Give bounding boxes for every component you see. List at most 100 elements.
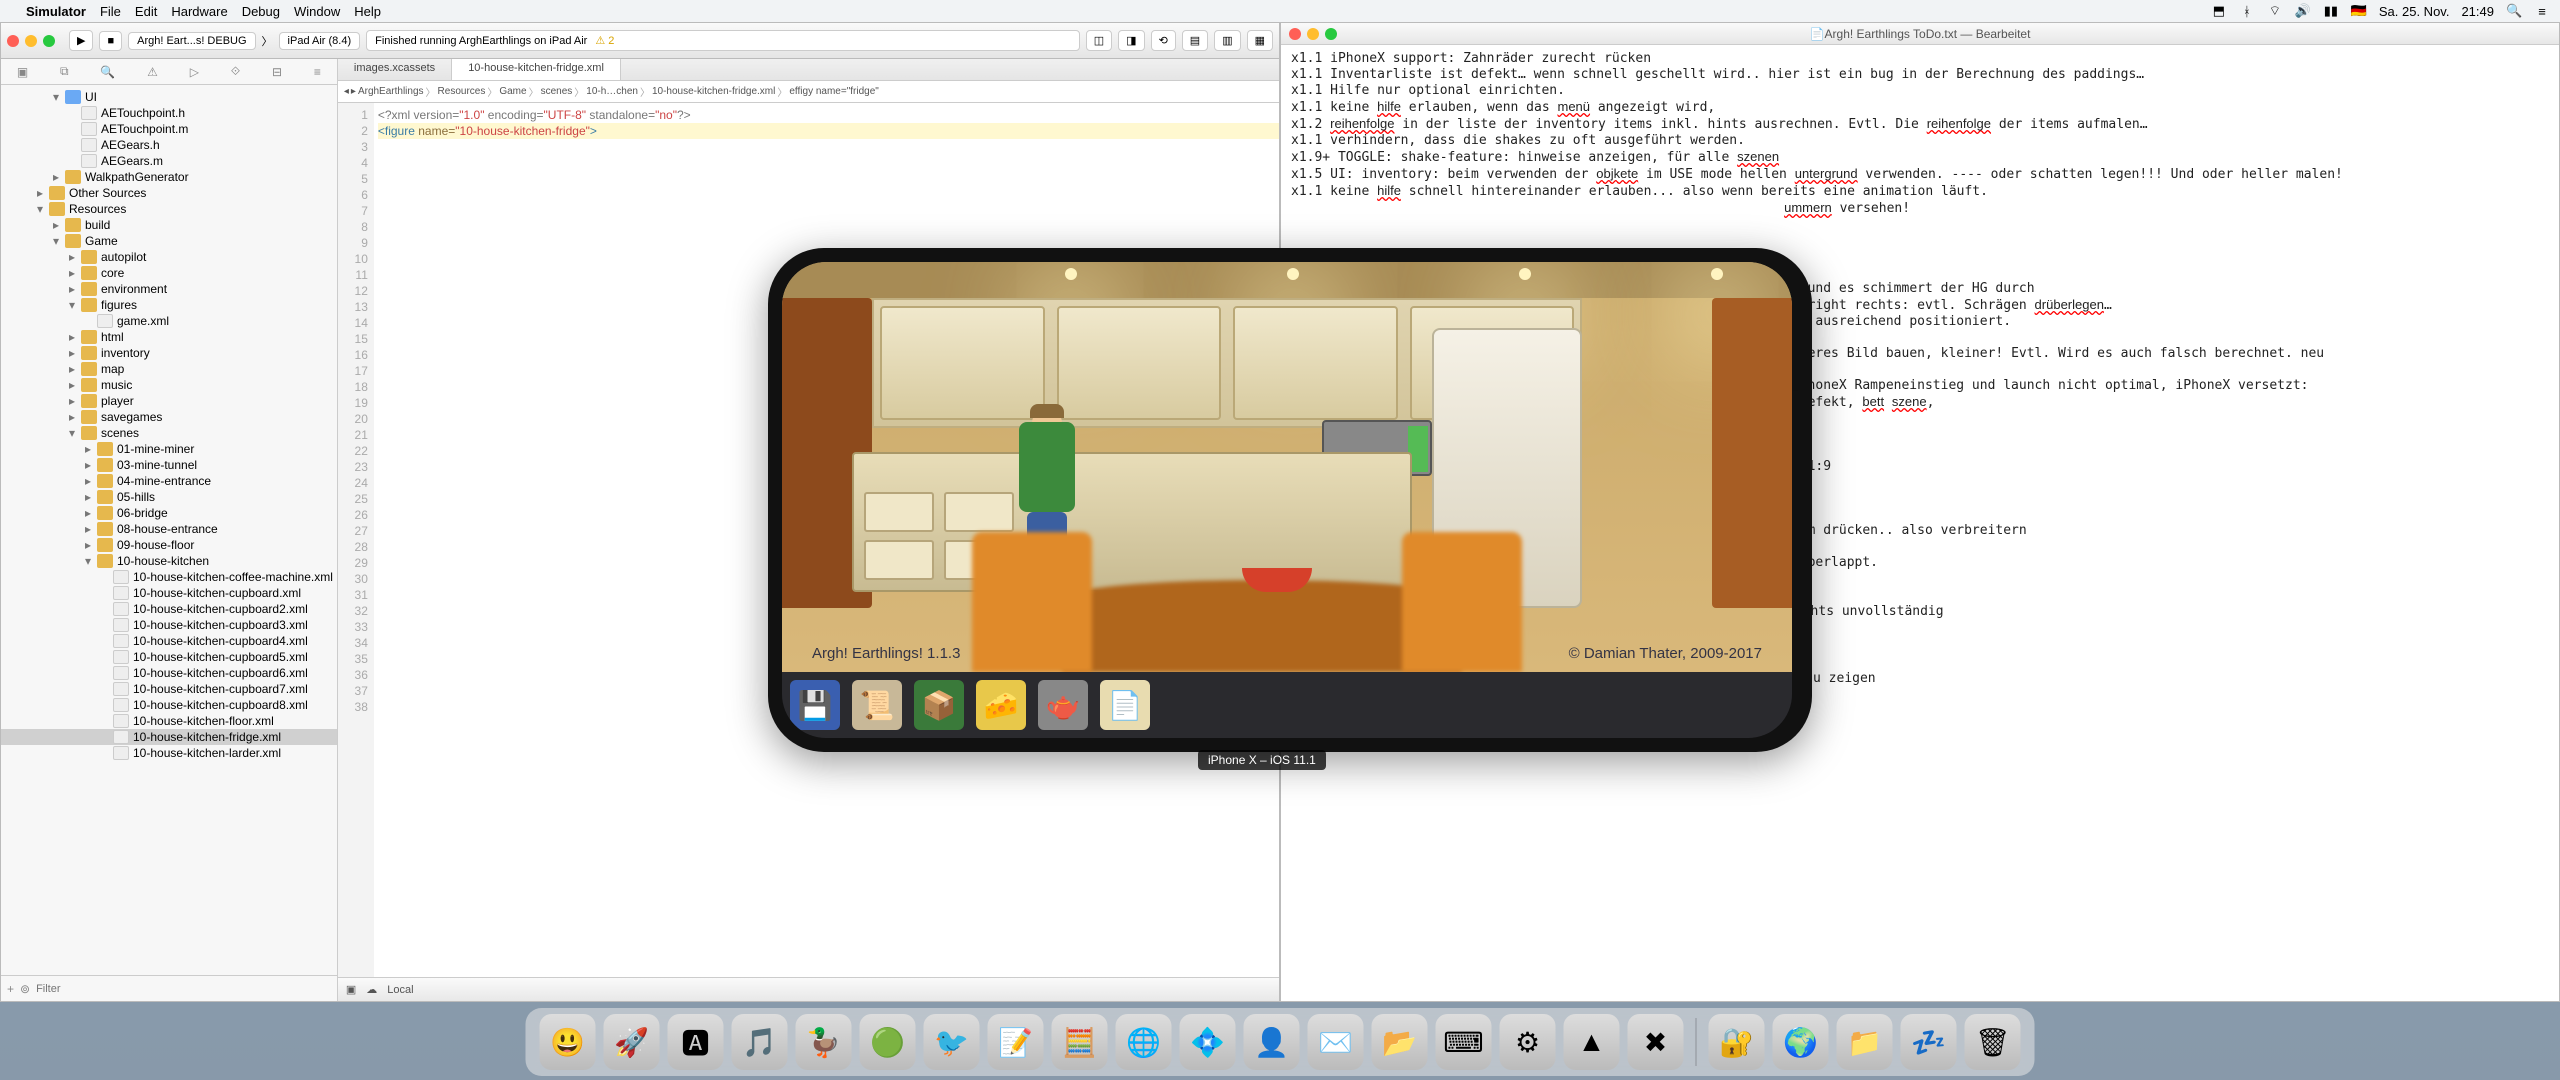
file-tree-item[interactable]: ▸map bbox=[1, 361, 337, 377]
dock-item-sleep[interactable]: 💤 bbox=[1901, 1014, 1957, 1070]
file-tree-item[interactable]: ▾Game bbox=[1, 233, 337, 249]
inventory-map[interactable]: 📜 bbox=[852, 680, 902, 730]
dock-item-terminal[interactable]: ⌨ bbox=[1436, 1014, 1492, 1070]
notification-center-icon[interactable]: ≡ bbox=[2534, 4, 2550, 19]
file-tree-item[interactable]: AEGears.m bbox=[1, 153, 337, 169]
inventory-paper[interactable]: 📄 bbox=[1100, 680, 1150, 730]
iphone-simulator[interactable]: Argh! Earthlings! 1.1.3 © Damian Thater,… bbox=[768, 248, 1812, 752]
menu-window[interactable]: Window bbox=[294, 4, 340, 19]
file-tree-item[interactable]: ▸03-mine-tunnel bbox=[1, 457, 337, 473]
bluetooth-icon[interactable]: ᚼ bbox=[2239, 4, 2255, 19]
file-tree-item[interactable]: 10-house-kitchen-cupboard8.xml bbox=[1, 697, 337, 713]
breadcrumb-segment[interactable]: Resources bbox=[438, 86, 486, 97]
file-tree-item[interactable]: AETouchpoint.h bbox=[1, 105, 337, 121]
breadcrumb-segment[interactable]: ArghEarthlings bbox=[358, 86, 424, 97]
tab-images[interactable]: images.xcassets bbox=[338, 59, 452, 80]
file-tree-item[interactable]: ▸player bbox=[1, 393, 337, 409]
dock-item-webloc[interactable]: 🌍 bbox=[1773, 1014, 1829, 1070]
toggle-utilities[interactable]: ▦ bbox=[1247, 30, 1273, 51]
inventory-box[interactable]: 📦 bbox=[914, 680, 964, 730]
file-tree-item[interactable]: ▸inventory bbox=[1, 345, 337, 361]
dock-item-launchpad[interactable]: 🚀 bbox=[604, 1014, 660, 1070]
dock-item-finder2[interactable]: 📂 bbox=[1372, 1014, 1428, 1070]
inventory-cheese[interactable]: 🧀 bbox=[976, 680, 1026, 730]
file-tree-item[interactable]: 10-house-kitchen-cupboard7.xml bbox=[1, 681, 337, 697]
navigator-selector[interactable]: ▣⧉🔍⚠▷⟐⊟≡ bbox=[1, 59, 337, 85]
file-tree-item[interactable]: game.xml bbox=[1, 313, 337, 329]
dock-item-trash[interactable]: 🗑 bbox=[1965, 1014, 2021, 1070]
game-scene[interactable]: Argh! Earthlings! 1.1.3 © Damian Thater,… bbox=[782, 262, 1792, 672]
file-tree-item[interactable]: 10-house-kitchen-larder.xml bbox=[1, 745, 337, 761]
menu-edit[interactable]: Edit bbox=[135, 4, 157, 19]
menu-file[interactable]: File bbox=[100, 4, 121, 19]
dock-item-vlc[interactable]: ▲ bbox=[1564, 1014, 1620, 1070]
file-tree-item[interactable]: 10-house-kitchen-cupboard2.xml bbox=[1, 601, 337, 617]
toggle-debug[interactable]: ▥ bbox=[1214, 30, 1240, 51]
file-tree-item[interactable]: AEGears.h bbox=[1, 137, 337, 153]
wifi-icon[interactable]: ⌔ bbox=[2267, 3, 2283, 19]
breadcrumb-segment[interactable]: scenes bbox=[541, 86, 573, 97]
add-icon[interactable]: + bbox=[7, 982, 14, 996]
file-tree-item[interactable]: ▸08-house-entrance bbox=[1, 521, 337, 537]
window-controls[interactable] bbox=[7, 35, 55, 47]
editor-mode-standard[interactable]: ◫ bbox=[1086, 30, 1112, 51]
debug-toggle-icon[interactable]: ▣ bbox=[346, 983, 356, 996]
editor-mode-assistant[interactable]: ◨ bbox=[1118, 30, 1144, 51]
battery-icon[interactable]: ▮▮ bbox=[2323, 3, 2339, 19]
file-tree-item[interactable]: 10-house-kitchen-cupboard6.xml bbox=[1, 665, 337, 681]
volume-icon[interactable]: 🔊 bbox=[2295, 3, 2311, 19]
filter-input[interactable] bbox=[36, 983, 331, 995]
inventory-floppy[interactable]: 💾 bbox=[790, 680, 840, 730]
file-tree-item[interactable]: ▸core bbox=[1, 265, 337, 281]
menu-hardware[interactable]: Hardware bbox=[171, 4, 227, 19]
dock-item-mail[interactable]: ✉️ bbox=[1308, 1014, 1364, 1070]
file-tree-item[interactable]: 10-house-kitchen-cupboard.xml bbox=[1, 585, 337, 601]
file-tree[interactable]: ▾UIAETouchpoint.hAETouchpoint.mAEGears.h… bbox=[1, 85, 337, 975]
file-tree-item[interactable]: 10-house-kitchen-floor.xml bbox=[1, 713, 337, 729]
file-tree-item[interactable]: ▸06-bridge bbox=[1, 505, 337, 521]
menu-debug[interactable]: Debug bbox=[242, 4, 280, 19]
menubar-date[interactable]: Sa. 25. Nov. bbox=[2379, 4, 2450, 19]
dock-item-keepass[interactable]: 🔐 bbox=[1709, 1014, 1765, 1070]
kitchen-door-right[interactable] bbox=[1712, 298, 1792, 608]
dock-item-twitter[interactable]: 🐦 bbox=[924, 1014, 980, 1070]
dock-item-contacts[interactable]: 👤 bbox=[1244, 1014, 1300, 1070]
dock-item-app1[interactable]: ⚙ bbox=[1500, 1014, 1556, 1070]
textedit-titlebar[interactable]: 📄 Argh! Earthlings ToDo.txt — Bearbeitet bbox=[1281, 23, 2559, 45]
file-tree-item[interactable]: ▸autopilot bbox=[1, 249, 337, 265]
dock-item-notes[interactable]: 📝 bbox=[988, 1014, 1044, 1070]
menu-help[interactable]: Help bbox=[354, 4, 381, 19]
file-tree-item[interactable]: ▸build bbox=[1, 217, 337, 233]
dock-item-finder[interactable]: 😃 bbox=[540, 1014, 596, 1070]
jump-bar[interactable]: ◂▸ ArghEarthlings 〉 Resources 〉 Game 〉 s… bbox=[338, 81, 1279, 103]
file-tree-item[interactable]: AETouchpoint.m bbox=[1, 121, 337, 137]
debug-cloud-icon[interactable]: ☁ bbox=[366, 983, 377, 996]
file-tree-item[interactable]: ▸09-house-floor bbox=[1, 537, 337, 553]
file-tree-item[interactable]: ▸music bbox=[1, 377, 337, 393]
toggle-navigator[interactable]: ▤ bbox=[1182, 30, 1208, 51]
file-tree-item[interactable]: 10-house-kitchen-fridge.xml bbox=[1, 729, 337, 745]
dock-item-x11[interactable]: ✖ bbox=[1628, 1014, 1684, 1070]
destination-selector[interactable]: iPad Air (8.4) bbox=[279, 32, 361, 50]
inventory-kettle[interactable]: 🫖 bbox=[1038, 680, 1088, 730]
file-tree-item[interactable]: ▸01-mine-miner bbox=[1, 441, 337, 457]
run-button[interactable]: ▶ bbox=[69, 30, 93, 51]
file-tree-item[interactable]: 10-house-kitchen-coffee-machine.xml bbox=[1, 569, 337, 585]
file-tree-item[interactable]: 10-house-kitchen-cupboard4.xml bbox=[1, 633, 337, 649]
file-tree-item[interactable]: ▾scenes bbox=[1, 425, 337, 441]
dock-item-calculator[interactable]: 🧮 bbox=[1052, 1014, 1108, 1070]
dock-item-spotify[interactable]: 🟢 bbox=[860, 1014, 916, 1070]
breadcrumb-segment[interactable]: 10-h…chen bbox=[586, 86, 638, 97]
chair-left[interactable] bbox=[972, 532, 1092, 672]
dock-item-appstore[interactable]: 🅰 bbox=[668, 1014, 724, 1070]
debug-scope[interactable]: Local bbox=[387, 984, 413, 996]
editor-mode-version[interactable]: ⟲ bbox=[1151, 30, 1176, 51]
file-tree-item[interactable]: ▸Other Sources bbox=[1, 185, 337, 201]
dock-item-duck[interactable]: 🦆 bbox=[796, 1014, 852, 1070]
file-tree-item[interactable]: ▸environment bbox=[1, 281, 337, 297]
dock-item-chrome[interactable]: 🌐 bbox=[1116, 1014, 1172, 1070]
file-tree-item[interactable]: ▾UI bbox=[1, 89, 337, 105]
warning-badge[interactable]: ⚠ 2 bbox=[595, 34, 614, 47]
dock-item-itunes[interactable]: 🎵 bbox=[732, 1014, 788, 1070]
menubar-time[interactable]: 21:49 bbox=[2461, 4, 2494, 19]
